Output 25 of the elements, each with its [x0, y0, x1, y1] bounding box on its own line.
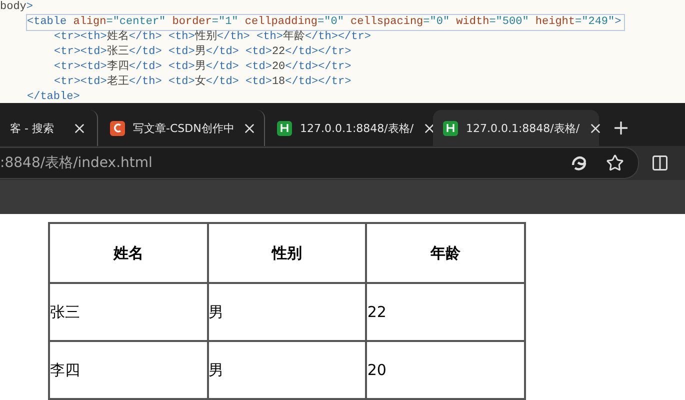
h-logo-icon [443, 120, 458, 136]
table-cell: 男 [208, 283, 366, 341]
code-line: <tr><td>李四</td> <td>男</td> <td>20</td></tr> [54, 60, 352, 75]
code-line: <tr><th>姓名</th> <th>性别</th> <th>年龄</th></tr> [54, 30, 371, 45]
split-screen-icon[interactable] [651, 154, 669, 172]
table-cell: 20 [366, 341, 525, 399]
c-logo-icon [110, 120, 125, 136]
table-cell: 男 [208, 341, 366, 399]
code-line: <table align="center" border="1" cellpadding="0" cellspacing="0" width="500" height="249"> [27, 15, 624, 30]
code-line: </table> [27, 90, 80, 103]
h-logo-icon [277, 120, 292, 136]
browser-tab[interactable]: 127.0.0.1:8848/表格/ [267, 110, 431, 146]
table-cell: 22 [366, 283, 525, 341]
swirl-icon[interactable] [570, 154, 588, 172]
table-header-cell: 性别 [208, 223, 366, 283]
code-line: <tr><td>张三</td> <td>男</td> <td>22</td></tr> [54, 45, 352, 60]
browser-tab[interactable]: 127.0.0.1:8848/表格/ [433, 110, 599, 146]
table-cell: 张三 [49, 283, 208, 341]
code-line: body> [0, 0, 34, 15]
star-icon[interactable] [606, 154, 624, 172]
table-header-cell: 年龄 [366, 223, 525, 283]
code-line: <tr><td>老王</th> <td>女</td> <td>18</td></tr> [54, 75, 352, 90]
table-cell: 李四 [49, 341, 208, 399]
address-bar[interactable]: :8848/表格/index.html [0, 147, 639, 179]
table-header-cell: 姓名 [49, 223, 208, 283]
